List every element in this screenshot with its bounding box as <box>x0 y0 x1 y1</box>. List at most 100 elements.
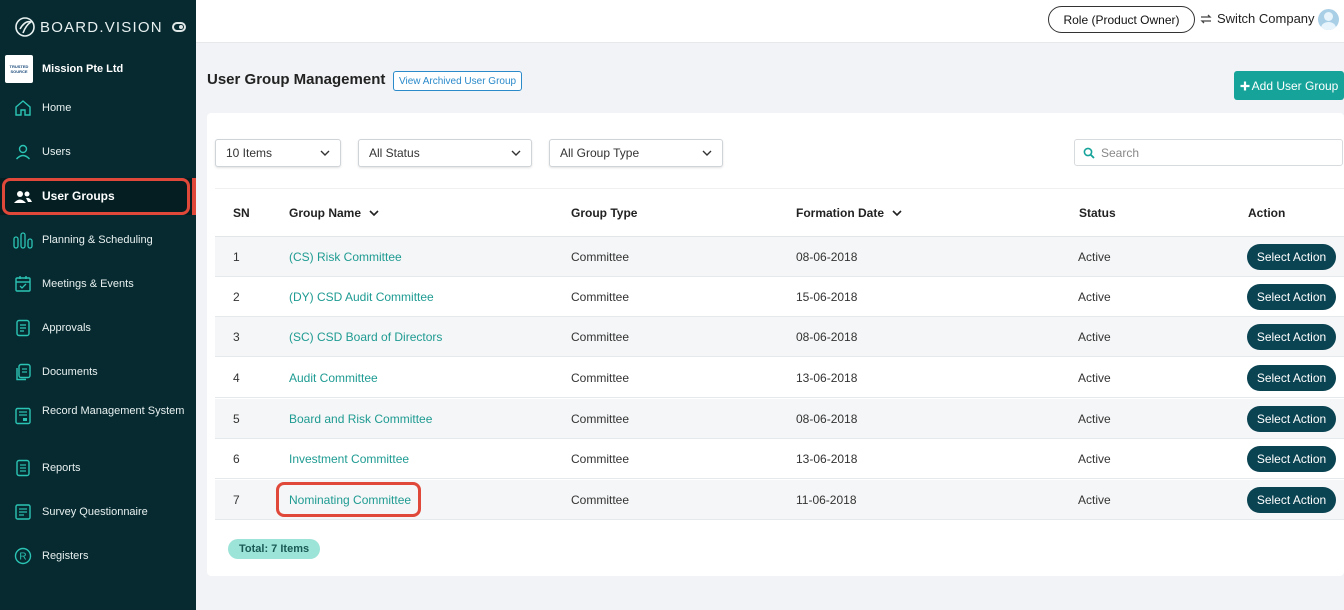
row-sn: 2 <box>233 290 240 304</box>
sidebar-item-planning[interactable]: Planning & Scheduling <box>0 228 196 252</box>
add-user-group-label: Add User Group <box>1251 78 1339 93</box>
plus-icon <box>1240 81 1250 90</box>
svg-text:R: R <box>19 552 26 563</box>
table-row: 3 (SC) CSD Board of Directors Committee … <box>215 317 1344 357</box>
row-status: Active <box>1078 371 1111 385</box>
row-sn: 6 <box>233 452 240 466</box>
group-type-select[interactable]: All Group Type <box>549 139 723 167</box>
select-action-button[interactable]: Select Action <box>1247 244 1336 270</box>
theme-toggle-icon[interactable] <box>172 22 186 32</box>
switch-company-button[interactable]: Switch Company <box>1200 11 1315 26</box>
company-logo: TRUSTED SOURCE <box>5 55 33 83</box>
column-header-label: Formation Date <box>796 206 885 220</box>
table-row: 2 (DY) CSD Audit Committee Committee 15-… <box>215 277 1344 317</box>
registered-icon: R <box>13 546 33 566</box>
bar-chart-icon <box>13 230 33 250</box>
group-name-link[interactable]: Board and Risk Committee <box>289 412 432 426</box>
table-row: 1 (CS) Risk Committee Committee 08-06-20… <box>215 237 1344 277</box>
select-action-button[interactable]: Select Action <box>1247 284 1336 310</box>
row-sn: 4 <box>233 371 240 385</box>
row-status: Active <box>1078 290 1111 304</box>
row-status: Active <box>1078 330 1111 344</box>
column-header-group-name[interactable]: Group Name <box>289 206 379 220</box>
group-name-link[interactable]: (DY) CSD Audit Committee <box>289 290 434 304</box>
sidebar-item-label: Meetings & Events <box>42 277 134 290</box>
sidebar-item-survey[interactable]: Survey Questionnaire <box>0 500 196 524</box>
sidebar-item-record-management[interactable]: Record Management System <box>0 404 196 436</box>
sidebar-item-label: Reports <box>42 461 81 474</box>
company-selector[interactable]: TRUSTED SOURCE Mission Pte Ltd <box>5 55 123 83</box>
chevron-down-icon <box>892 210 902 217</box>
calendar-icon <box>13 274 33 294</box>
group-name-link[interactable]: (SC) CSD Board of Directors <box>289 330 442 344</box>
logo-text: BOARD.VISION <box>40 18 163 36</box>
sidebar-item-label: Record Management System <box>42 405 185 417</box>
sidebar-item-label: Users <box>42 145 71 158</box>
select-action-button[interactable]: Select Action <box>1247 446 1336 472</box>
user-icon <box>13 142 33 162</box>
table-row: 6 Investment Committee Committee 13-06-2… <box>215 439 1344 479</box>
column-header-sn: SN <box>233 206 250 220</box>
row-sn: 3 <box>233 330 240 344</box>
column-header-label: Group Name <box>289 206 362 220</box>
items-per-page-value: 10 Items <box>226 146 273 160</box>
user-avatar[interactable] <box>1318 9 1339 30</box>
total-items-badge: Total: 7 Items <box>228 539 321 559</box>
row-formation-date: 08-06-2018 <box>796 330 858 344</box>
sidebar-item-meetings[interactable]: Meetings & Events <box>0 272 196 296</box>
sidebar-item-documents[interactable]: Documents <box>0 360 196 384</box>
switch-icon <box>1200 14 1212 23</box>
page-title: User Group Management <box>207 71 386 88</box>
search-input[interactable] <box>1101 145 1321 160</box>
sidebar-item-label: Survey Questionnaire <box>42 505 148 518</box>
select-action-button[interactable]: Select Action <box>1247 324 1336 350</box>
column-header-formation-date[interactable]: Formation Date <box>796 206 902 220</box>
select-action-button[interactable]: Select Action <box>1247 487 1336 513</box>
record-icon <box>13 406 33 426</box>
top-bar: Role (Product Owner) Switch Company <box>196 0 1344 43</box>
group-name-link[interactable]: (CS) Risk Committee <box>289 250 402 264</box>
sidebar-item-users[interactable]: Users <box>0 140 196 164</box>
row-highlight <box>276 482 421 517</box>
chevron-down-icon <box>702 150 712 156</box>
select-action-button[interactable]: Select Action <box>1247 365 1336 391</box>
row-status: Active <box>1078 452 1111 466</box>
items-per-page-select[interactable]: 10 Items <box>215 139 341 167</box>
group-name-link[interactable]: Audit Committee <box>289 371 378 385</box>
row-sn: 7 <box>233 493 240 507</box>
switch-company-label: Switch Company <box>1217 11 1315 26</box>
sidebar-item-reports[interactable]: Reports <box>0 456 196 480</box>
table-row: 4 Audit Committee Committee 13-06-2018 A… <box>215 358 1344 398</box>
sidebar-item-label: Home <box>42 101 72 114</box>
documents-icon <box>13 362 33 382</box>
sidebar-item-home[interactable]: Home <box>0 96 196 120</box>
select-action-button[interactable]: Select Action <box>1247 406 1336 432</box>
row-status: Active <box>1078 412 1111 426</box>
sidebar-item-approvals[interactable]: Approvals <box>0 316 196 340</box>
view-archived-button[interactable]: View Archived User Group <box>393 71 523 91</box>
home-icon <box>13 98 33 118</box>
search-box[interactable] <box>1074 139 1343 166</box>
role-button[interactable]: Role (Product Owner) <box>1048 6 1195 33</box>
status-select[interactable]: All Status <box>358 139 532 167</box>
row-formation-date: 11-06-2018 <box>796 493 857 507</box>
status-value: All Status <box>369 146 420 160</box>
row-group-type: Committee <box>571 371 630 385</box>
app-logo[interactable]: BOARD.VISION <box>14 16 163 38</box>
row-formation-date: 13-06-2018 <box>796 371 858 385</box>
group-type-value: All Group Type <box>560 146 640 160</box>
chevron-down-icon <box>369 210 379 217</box>
sidebar-item-label: Planning & Scheduling <box>42 233 153 246</box>
sidebar-item-label: Registers <box>42 549 89 562</box>
sidebar-item-registers[interactable]: R Registers <box>0 544 196 568</box>
row-group-type: Committee <box>571 290 630 304</box>
row-group-type: Committee <box>571 330 630 344</box>
column-header-status: Status <box>1079 206 1116 220</box>
group-name-link[interactable]: Investment Committee <box>289 452 409 466</box>
sidebar-item-label: Documents <box>42 365 98 378</box>
row-group-type: Committee <box>571 452 630 466</box>
row-formation-date: 08-06-2018 <box>796 412 858 426</box>
column-header-action: Action <box>1248 206 1286 220</box>
row-group-type: Committee <box>571 493 630 507</box>
add-user-group-button[interactable]: Add User Group <box>1234 71 1344 100</box>
